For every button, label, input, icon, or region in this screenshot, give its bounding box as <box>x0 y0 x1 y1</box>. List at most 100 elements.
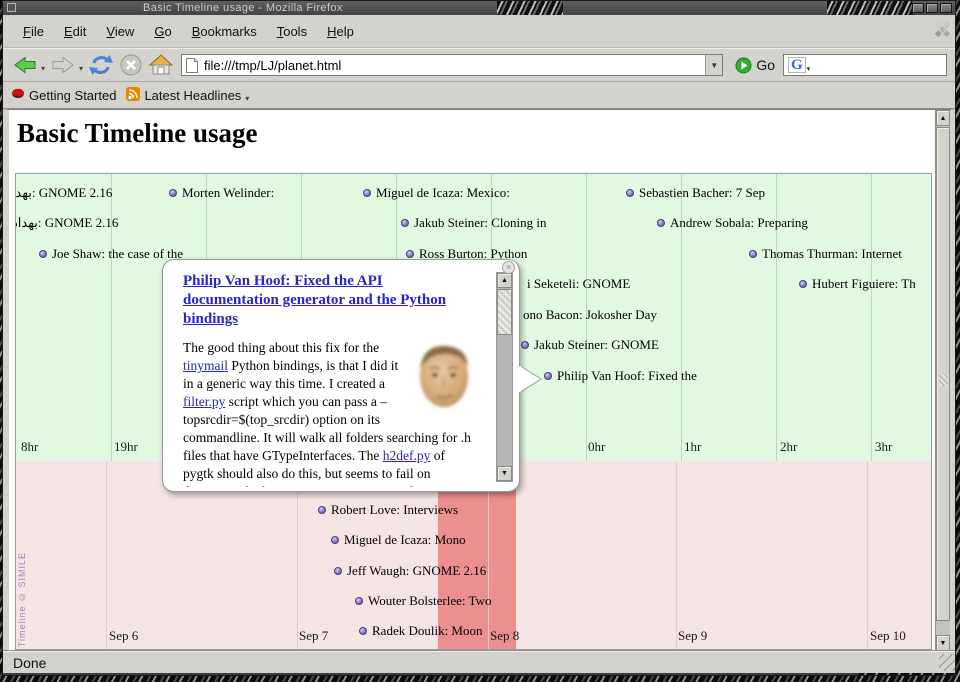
event-label[interactable]: بهداد: GNOME 2.16 <box>16 186 112 200</box>
bubble-scrollbar[interactable]: ▲ ▼ <box>496 272 513 482</box>
timeline-event[interactable]: Hubert Figuiere: Th <box>799 277 916 291</box>
page-content: Basic Timeline usage 8hr19hr0hr1hr2hr3hr… <box>9 110 935 651</box>
event-label[interactable]: Jakub Steiner: GNOME <box>534 338 659 352</box>
event-label[interactable]: Sebastien Bacher: 7 Sep <box>639 186 765 200</box>
timeline-event[interactable]: Thomas Thurman: Internet <box>749 247 902 261</box>
page-scrollbar[interactable]: ▲ ▼ <box>935 110 950 651</box>
forward-button[interactable] <box>49 51 77 79</box>
timeline-event[interactable]: Philip Van Hoof: Fixed the <box>544 369 697 383</box>
reload-button[interactable] <box>87 51 115 79</box>
timeline-event[interactable]: Miguel de Icaza: Mexico: <box>363 186 510 200</box>
event-label[interactable]: Hubert Figuiere: Th <box>812 277 916 291</box>
timeline-event[interactable]: Robert Love: Interviews <box>318 503 458 517</box>
event-dot-icon[interactable] <box>657 219 665 227</box>
timeline-watermark: Timeline © SIMILE <box>17 552 27 647</box>
menu-bookmarks[interactable]: Bookmarks <box>182 19 267 44</box>
timeline-event[interactable]: بهداد: GNOME 2.16 <box>16 186 112 200</box>
event-dot-icon[interactable] <box>363 189 371 197</box>
event-label[interactable]: Jeff Waugh: GNOME 2.16 <box>347 564 486 578</box>
scroll-down-icon[interactable]: ▼ <box>497 466 512 481</box>
event-label[interactable]: Joe Shaw: the case of the <box>52 247 183 261</box>
event-dot-icon[interactable] <box>355 597 363 605</box>
event-label[interactable]: ono Bacon: Jokosher Day <box>523 308 657 322</box>
search-engine-dropdown-icon[interactable]: ▾ <box>807 65 811 73</box>
menu-edit[interactable]: Edit <box>54 19 96 44</box>
event-label[interactable]: Thomas Thurman: Internet <box>762 247 902 261</box>
event-dot-icon[interactable] <box>334 567 342 575</box>
timeline-event[interactable]: Jakub Steiner: GNOME <box>521 338 659 352</box>
back-dropdown-icon[interactable]: ▾ <box>41 64 45 73</box>
hour-label: 0hr <box>588 439 605 455</box>
timeline-event[interactable]: Andrew Sobala: Preparing <box>657 216 808 230</box>
stop-button[interactable] <box>117 51 145 79</box>
event-dot-icon[interactable] <box>544 372 552 380</box>
event-label[interactable]: Morten Welinder: <box>182 186 274 200</box>
bookmark-getting-started[interactable]: Getting Started <box>11 87 116 103</box>
timeline-event[interactable]: بهداد: GNOME 2.16 <box>16 216 118 230</box>
timeline-event[interactable]: Jeff Waugh: GNOME 2.16 <box>334 564 486 578</box>
timeline-event[interactable]: Morten Welinder: <box>169 186 274 200</box>
resize-grip-icon[interactable] <box>939 654 955 671</box>
event-label[interactable]: Andrew Sobala: Preparing <box>670 216 808 230</box>
window-titlebar[interactable]: Basic Timeline usage - Mozilla Firefox <box>3 1 955 15</box>
scroll-up-icon[interactable]: ▲ <box>936 110 950 126</box>
event-dot-icon[interactable] <box>749 250 757 258</box>
page-scrollbar-thumb[interactable] <box>936 127 950 621</box>
page-title: Basic Timeline usage <box>17 118 258 149</box>
menu-view[interactable]: View <box>96 19 144 44</box>
menu-file[interactable]: File <box>13 19 54 44</box>
event-label[interactable]: Jakub Steiner: Cloning in <box>414 216 547 230</box>
event-dot-icon[interactable] <box>799 280 807 288</box>
event-label[interactable]: i Seketeli: GNOME <box>527 277 630 291</box>
event-label[interactable]: Miguel de Icaza: Mono <box>344 533 466 547</box>
timeline-event[interactable]: i Seketeli: GNOME <box>527 277 630 291</box>
timeline-event[interactable]: Jakub Steiner: Cloning in <box>401 216 547 230</box>
bookmark-latest-headlines[interactable]: Latest Headlines▾ <box>126 87 251 104</box>
scroll-up-icon[interactable]: ▲ <box>497 273 512 288</box>
timeline-event[interactable]: Wouter Bolsterlee: Two <box>355 594 491 608</box>
event-dot-icon[interactable] <box>359 627 367 635</box>
event-dot-icon[interactable] <box>626 189 634 197</box>
bubble-close-icon[interactable]: × <box>502 261 515 274</box>
scroll-down-icon[interactable]: ▼ <box>936 635 950 651</box>
event-label[interactable]: Robert Love: Interviews <box>331 503 458 517</box>
bubble-link-filter.py[interactable]: filter.py <box>183 394 225 409</box>
home-button[interactable] <box>147 51 175 79</box>
url-input[interactable]: file:///tmp/LJ/planet.html <box>204 58 705 73</box>
bookmarks-toolbar: Getting Started Latest Headlines▾ <box>3 82 955 109</box>
browser-window: Basic Timeline usage - Mozilla Firefox F… <box>2 0 956 676</box>
bubble-link-tinymail[interactable]: tinymail <box>183 358 228 373</box>
bubble-scrollbar-thumb[interactable] <box>497 289 512 335</box>
menu-help[interactable]: Help <box>317 19 364 44</box>
event-dot-icon[interactable] <box>521 341 529 349</box>
go-button[interactable]: Go <box>729 52 781 78</box>
event-label[interactable]: Wouter Bolsterlee: Two <box>368 594 491 608</box>
minimize-button[interactable] <box>912 3 924 13</box>
url-dropdown-button[interactable]: ▼ <box>705 55 722 75</box>
bubble-title-link[interactable]: Philip Van Hoof: Fixed the API documenta… <box>183 272 473 329</box>
menu-go[interactable]: Go <box>144 19 181 44</box>
back-button[interactable] <box>11 51 39 79</box>
timeline-event[interactable]: Sebastien Bacher: 7 Sep <box>626 186 765 200</box>
timeline-event[interactable]: ono Bacon: Jokosher Day <box>523 308 657 322</box>
bubble-link-h2def.py[interactable]: h2def.py <box>383 448 431 463</box>
timeline-event[interactable]: Joe Shaw: the case of the <box>39 247 183 261</box>
event-label[interactable]: Philip Van Hoof: Fixed the <box>557 369 697 383</box>
event-dot-icon[interactable] <box>318 506 326 514</box>
menu-tools[interactable]: Tools <box>267 19 317 44</box>
event-dot-icon[interactable] <box>401 219 409 227</box>
forward-dropdown-icon[interactable]: ▾ <box>79 64 83 73</box>
timeline-event[interactable]: Radek Doulik: Moon <box>359 624 483 638</box>
event-label[interactable]: بهداد: GNOME 2.16 <box>16 216 118 230</box>
event-dot-icon[interactable] <box>39 250 47 258</box>
event-dot-icon[interactable] <box>331 536 339 544</box>
url-bar[interactable]: file:///tmp/LJ/planet.html ▼ <box>181 54 723 76</box>
event-dot-icon[interactable] <box>169 189 177 197</box>
search-input[interactable]: G ▾ <box>783 54 947 76</box>
event-label[interactable]: Miguel de Icaza: Mexico: <box>376 186 510 200</box>
timeline-event[interactable]: Miguel de Icaza: Mono <box>331 533 466 547</box>
maximize-button[interactable] <box>926 3 938 13</box>
close-button[interactable] <box>940 3 952 13</box>
event-label[interactable]: Radek Doulik: Moon <box>372 624 483 638</box>
event-dot-icon[interactable] <box>406 250 414 258</box>
